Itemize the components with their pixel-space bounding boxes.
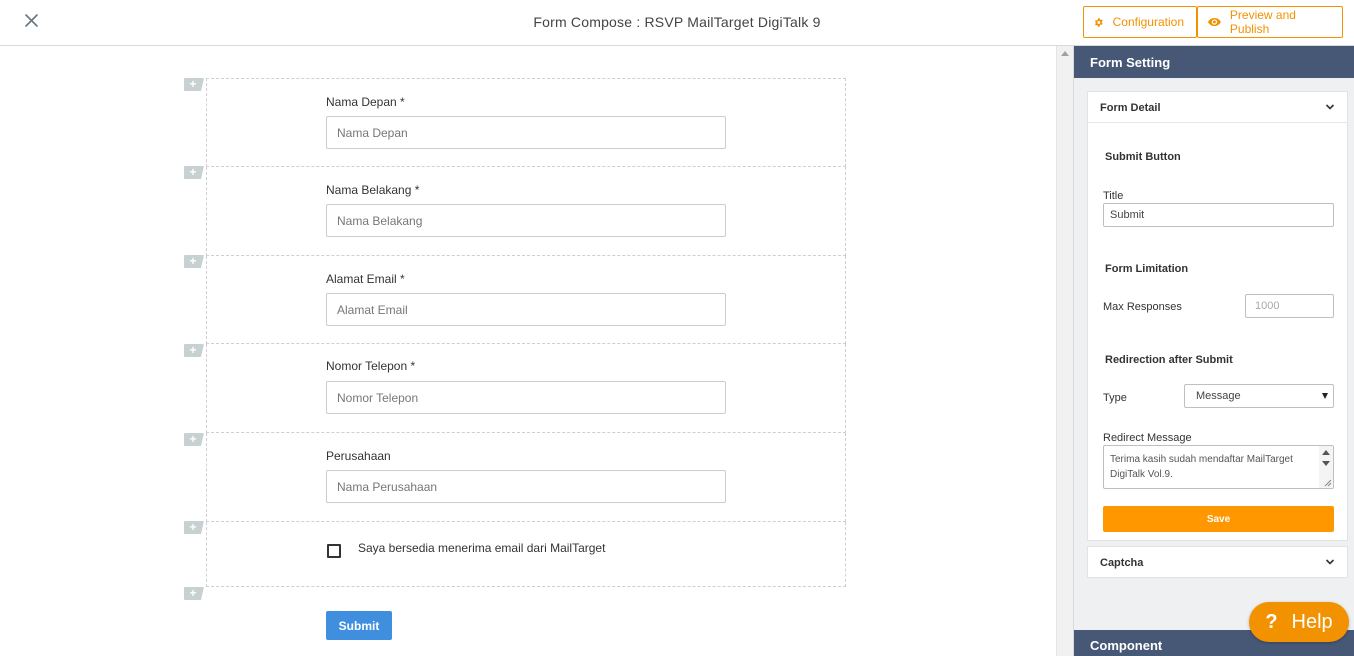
configuration-label: Configuration xyxy=(1112,15,1184,29)
eye-icon xyxy=(1208,17,1221,27)
add-block-button[interactable]: + xyxy=(184,78,204,91)
first-name-input[interactable]: Nama Depan xyxy=(326,116,726,149)
plus-icon: + xyxy=(189,165,197,179)
consent-checkbox[interactable] xyxy=(327,544,341,558)
form-detail-header[interactable]: Form Detail xyxy=(1088,92,1347,123)
field-label: Nama Belakang * xyxy=(326,183,420,197)
form-block-email[interactable]: Alamat Email * Alamat Email xyxy=(206,256,846,344)
chevron-down-icon xyxy=(1325,559,1335,565)
question-icon: ? xyxy=(1265,610,1278,633)
phone-input[interactable]: Nomor Telepon xyxy=(326,381,726,414)
max-responses-input[interactable]: 1000 xyxy=(1245,294,1334,318)
chevron-down-icon xyxy=(1325,104,1335,110)
plus-icon: + xyxy=(189,520,197,534)
gear-icon xyxy=(1094,17,1103,27)
form-block-company[interactable]: Perusahaan Nama Perusahaan xyxy=(206,433,846,522)
plus-icon: + xyxy=(189,77,197,91)
submit-button-heading: Submit Button xyxy=(1105,151,1181,163)
captcha-title: Captcha xyxy=(1100,557,1144,569)
help-label: Help xyxy=(1291,610,1333,633)
last-name-input[interactable]: Nama Belakang xyxy=(326,204,726,237)
canvas-scrollbar[interactable] xyxy=(1056,46,1073,656)
form-limitation-heading: Form Limitation xyxy=(1105,263,1189,275)
captcha-header[interactable]: Captcha xyxy=(1088,547,1347,578)
title-label: Title xyxy=(1103,190,1124,202)
resize-grip-icon[interactable] xyxy=(1323,478,1332,487)
type-label: Type xyxy=(1103,392,1127,404)
field-label: Nama Depan * xyxy=(326,95,405,109)
form-block-first-name[interactable]: Nama Depan * Nama Depan xyxy=(206,78,846,167)
scroll-up-arrow-icon[interactable] xyxy=(1061,51,1069,56)
top-bar: Form Compose : RSVP MailTarget DigiTalk … xyxy=(0,0,1354,46)
preview-label: Preview and Publish xyxy=(1229,8,1296,36)
add-block-button[interactable]: + xyxy=(184,521,204,534)
scroll-up-arrow-icon[interactable] xyxy=(1322,450,1330,455)
company-input[interactable]: Nama Perusahaan xyxy=(326,470,726,503)
plus-icon: + xyxy=(189,432,197,446)
form-block-phone[interactable]: Nomor Telepon * Nomor Telepon xyxy=(206,344,846,433)
redirect-message-label: Redirect Message xyxy=(1103,432,1192,444)
email-input[interactable]: Alamat Email xyxy=(326,293,726,326)
save-button[interactable]: Save xyxy=(1103,506,1334,532)
add-block-button[interactable]: + xyxy=(184,587,204,600)
plus-icon: + xyxy=(189,343,197,357)
form-setting-panel: Form Setting Form Detail Submit Button T… xyxy=(1073,46,1354,656)
max-responses-label: Max Responses xyxy=(1103,301,1182,313)
consent-label: Saya bersedia menerima email dari MailTa… xyxy=(358,541,606,555)
captcha-card[interactable]: Captcha xyxy=(1087,546,1348,578)
redirect-type-value: Message xyxy=(1196,390,1241,402)
redirection-heading: Redirection after Submit xyxy=(1105,354,1233,366)
add-block-button[interactable]: + xyxy=(184,166,204,179)
plus-icon: + xyxy=(189,254,197,268)
panel-title: Form Setting xyxy=(1074,46,1354,78)
configuration-button[interactable]: Configuration xyxy=(1083,6,1197,38)
help-button[interactable]: ? Help xyxy=(1249,602,1349,642)
add-block-button[interactable]: + xyxy=(184,255,204,268)
field-label: Perusahaan xyxy=(326,449,391,463)
field-label: Alamat Email * xyxy=(326,272,405,286)
button-title-input[interactable]: Submit xyxy=(1103,203,1334,227)
form-detail-title: Form Detail xyxy=(1100,102,1161,114)
redirect-message-textarea[interactable]: Terima kasih sudah mendaftar MailTarget … xyxy=(1103,445,1334,489)
add-block-button[interactable]: + xyxy=(184,433,204,446)
form-detail-card: Form Detail Submit Button Title Submit F… xyxy=(1087,91,1348,541)
redirect-message-text: Terima kasih sudah mendaftar MailTarget … xyxy=(1110,454,1293,480)
dropdown-arrow-icon xyxy=(1322,393,1328,399)
submit-button[interactable]: Submit xyxy=(326,611,392,640)
preview-publish-button[interactable]: Preview and Publish xyxy=(1197,6,1343,38)
form-block-last-name[interactable]: Nama Belakang * Nama Belakang xyxy=(206,167,846,256)
plus-icon: + xyxy=(189,586,197,600)
scroll-down-arrow-icon[interactable] xyxy=(1322,461,1330,466)
field-label: Nomor Telepon * xyxy=(326,359,416,373)
redirect-type-select[interactable]: Message xyxy=(1184,384,1334,408)
add-block-button[interactable]: + xyxy=(184,344,204,357)
